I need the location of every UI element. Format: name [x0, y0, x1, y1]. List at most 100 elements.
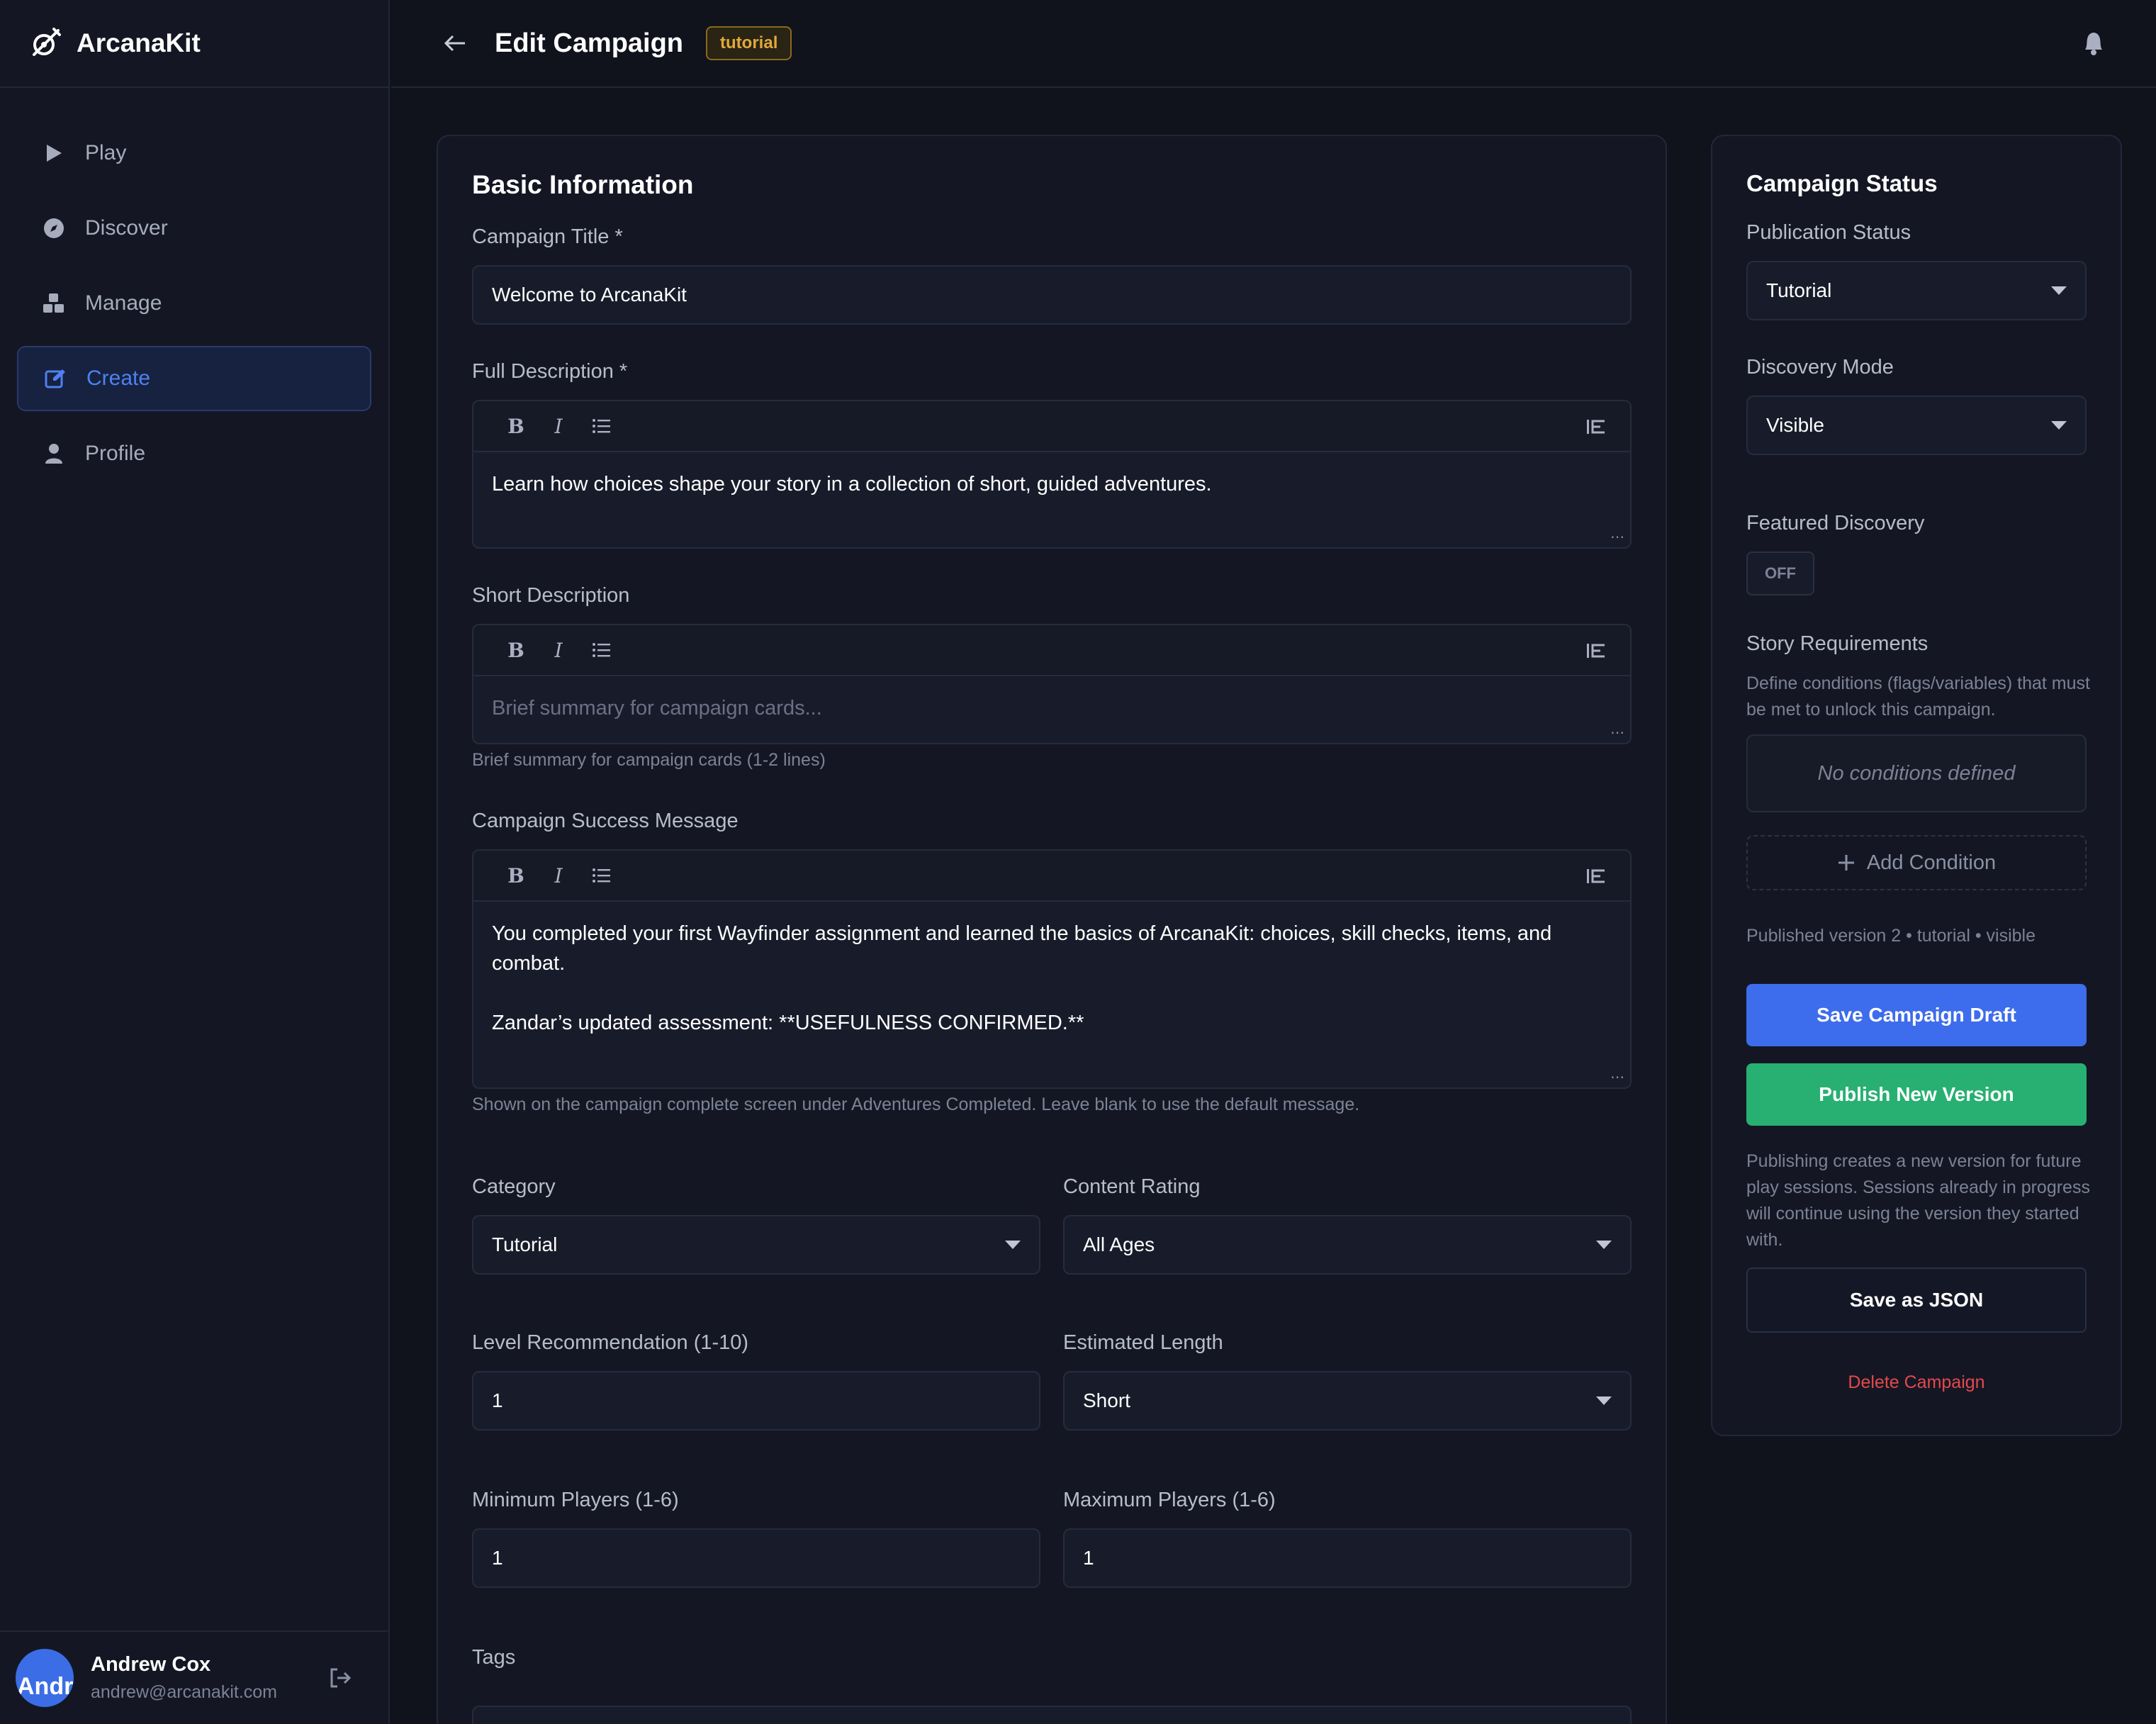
- tags-input[interactable]: [472, 1706, 1632, 1724]
- short-description-editor[interactable]: B I Brief summary for campaign cards... …: [472, 624, 1632, 744]
- full-description-label: Full Description *: [472, 360, 628, 383]
- editor-toolbar: B I: [473, 401, 1630, 452]
- success-message-editor[interactable]: B I You completed your first Wayfinder a…: [472, 849, 1632, 1089]
- chevron-down-icon: [2051, 286, 2067, 295]
- chevron-down-icon: [1005, 1241, 1021, 1249]
- min-players-input[interactable]: 1: [472, 1528, 1040, 1588]
- sidebar-item-play[interactable]: Play: [17, 121, 371, 186]
- content-rating-select[interactable]: All Ages: [1063, 1215, 1632, 1275]
- success-message-line: Zandar’s updated assessment: **USEFULNES…: [492, 1012, 1084, 1034]
- success-message-hint: Shown on the campaign complete screen un…: [472, 1095, 1360, 1114]
- chevron-down-icon: [2051, 421, 2067, 430]
- sidebar-item-create[interactable]: Create: [17, 346, 371, 411]
- discovery-mode-label: Discovery Mode: [1746, 356, 1894, 379]
- app-name: ArcanaKit: [77, 28, 201, 57]
- save-json-button[interactable]: Save as JSON: [1746, 1267, 2087, 1333]
- italic-icon[interactable]: I: [537, 412, 580, 440]
- publish-button[interactable]: Publish New Version: [1746, 1063, 2087, 1126]
- user-icon: [43, 442, 65, 465]
- max-players-label: Maximum Players (1-6): [1063, 1489, 1276, 1511]
- category-select[interactable]: Tutorial: [472, 1215, 1040, 1275]
- sidebar-item-label: Profile: [85, 442, 146, 465]
- short-description-placeholder: Brief summary for campaign cards...: [492, 697, 822, 720]
- campaign-title-label: Campaign Title *: [472, 225, 623, 248]
- top-header: Edit Campaign tutorial: [391, 0, 2156, 88]
- logout-icon[interactable]: [327, 1665, 353, 1691]
- play-icon: [43, 142, 65, 164]
- success-message-text: You completed your first Wayfinder assig…: [473, 902, 1630, 1055]
- status-heading: Campaign Status: [1746, 170, 1938, 196]
- no-conditions-box: No conditions defined: [1746, 734, 2087, 812]
- min-players-label: Minimum Players (1-6): [472, 1489, 679, 1511]
- tags-label: Tags: [472, 1646, 516, 1669]
- success-message-line: You completed your first Wayfinder assig…: [492, 922, 1552, 975]
- success-message-label: Campaign Success Message: [472, 810, 739, 832]
- user-email: andrew@arcanakit.com: [91, 1682, 277, 1702]
- sidebar-item-label: Manage: [85, 291, 162, 315]
- publication-status-select[interactable]: Tutorial: [1746, 261, 2087, 320]
- campaign-status-panel: Campaign Status Publication Status Tutor…: [1711, 135, 2122, 1436]
- sidebar-nav: Play Discover Manage Create Profile: [0, 88, 388, 486]
- status-badge: tutorial: [706, 26, 792, 60]
- sidebar-item-profile[interactable]: Profile: [17, 421, 371, 486]
- italic-icon[interactable]: I: [537, 861, 580, 890]
- cubes-icon: [43, 292, 65, 315]
- brand[interactable]: ArcanaKit: [0, 0, 388, 88]
- save-draft-button[interactable]: Save Campaign Draft: [1746, 984, 2087, 1046]
- publish-note: Publishing creates a new version for fut…: [1746, 1151, 2090, 1250]
- version-info: Published version 2 • tutorial • visible: [1746, 926, 2036, 946]
- sidebar-item-discover[interactable]: Discover: [17, 196, 371, 261]
- featured-discovery-label: Featured Discovery: [1746, 512, 1925, 534]
- section-title: Basic Information: [472, 170, 694, 199]
- avatar[interactable]: Andr: [16, 1649, 74, 1707]
- chevron-down-icon: [1596, 1396, 1612, 1405]
- estimated-length-select[interactable]: Short: [1063, 1371, 1632, 1431]
- sidebar-item-label: Play: [85, 141, 127, 164]
- user-name: Andrew Cox: [91, 1653, 211, 1676]
- discovery-mode-select[interactable]: Visible: [1746, 396, 2087, 455]
- resize-handle-icon[interactable]: ⋯: [1610, 530, 1624, 544]
- list-icon[interactable]: [580, 861, 622, 890]
- source-toggle-icon[interactable]: [1583, 638, 1609, 664]
- chevron-down-icon: [1596, 1241, 1612, 1249]
- basic-info-panel: Basic Information Campaign Title * Welco…: [437, 135, 1667, 1724]
- category-label: Category: [472, 1175, 556, 1198]
- featured-discovery-toggle[interactable]: OFF: [1746, 552, 1814, 595]
- delete-campaign-button[interactable]: Delete Campaign: [1746, 1372, 2087, 1393]
- back-arrow-icon[interactable]: [441, 29, 469, 57]
- user-card: Andr Andrew Cox andrew@arcanakit.com: [0, 1630, 388, 1724]
- plus-icon: [1838, 855, 1854, 871]
- content-rating-label: Content Rating: [1063, 1175, 1201, 1198]
- resize-handle-icon[interactable]: ⋯: [1610, 726, 1624, 740]
- short-description-label: Short Description: [472, 584, 630, 607]
- max-players-input[interactable]: 1: [1063, 1528, 1632, 1588]
- story-requirements-description: Define conditions (flags/variables) that…: [1746, 673, 2090, 720]
- estimated-length-label: Estimated Length: [1063, 1331, 1223, 1354]
- full-description-editor[interactable]: B I Learn how choices shape your story i…: [472, 400, 1632, 549]
- sidebar-item-label: Create: [86, 366, 151, 390]
- bell-icon[interactable]: [2081, 30, 2106, 57]
- logo-icon: [33, 28, 61, 56]
- page-title: Edit Campaign: [495, 28, 684, 58]
- list-icon[interactable]: [580, 636, 622, 664]
- source-toggle-icon[interactable]: [1583, 863, 1609, 889]
- campaign-title-input[interactable]: Welcome to ArcanaKit: [472, 265, 1632, 325]
- level-label: Level Recommendation (1-10): [472, 1331, 749, 1354]
- list-icon[interactable]: [580, 412, 622, 440]
- bold-icon[interactable]: B: [495, 412, 537, 440]
- level-input[interactable]: 1: [472, 1371, 1040, 1431]
- bold-icon[interactable]: B: [495, 861, 537, 890]
- compass-icon: [43, 217, 65, 240]
- sidebar: ArcanaKit Play Discover Manage Create Pr…: [0, 0, 390, 1724]
- short-description-hint: Brief summary for campaign cards (1-2 li…: [472, 750, 826, 770]
- sidebar-item-label: Discover: [85, 216, 168, 240]
- italic-icon[interactable]: I: [537, 636, 580, 664]
- source-toggle-icon[interactable]: [1583, 414, 1609, 440]
- edit-icon: [44, 367, 67, 390]
- publication-status-label: Publication Status: [1746, 221, 1911, 244]
- resize-handle-icon[interactable]: ⋯: [1610, 1070, 1624, 1085]
- bold-icon[interactable]: B: [495, 636, 537, 664]
- editor-toolbar: B I: [473, 851, 1630, 902]
- sidebar-item-manage[interactable]: Manage: [17, 271, 371, 336]
- add-condition-button[interactable]: Add Condition: [1746, 835, 2087, 890]
